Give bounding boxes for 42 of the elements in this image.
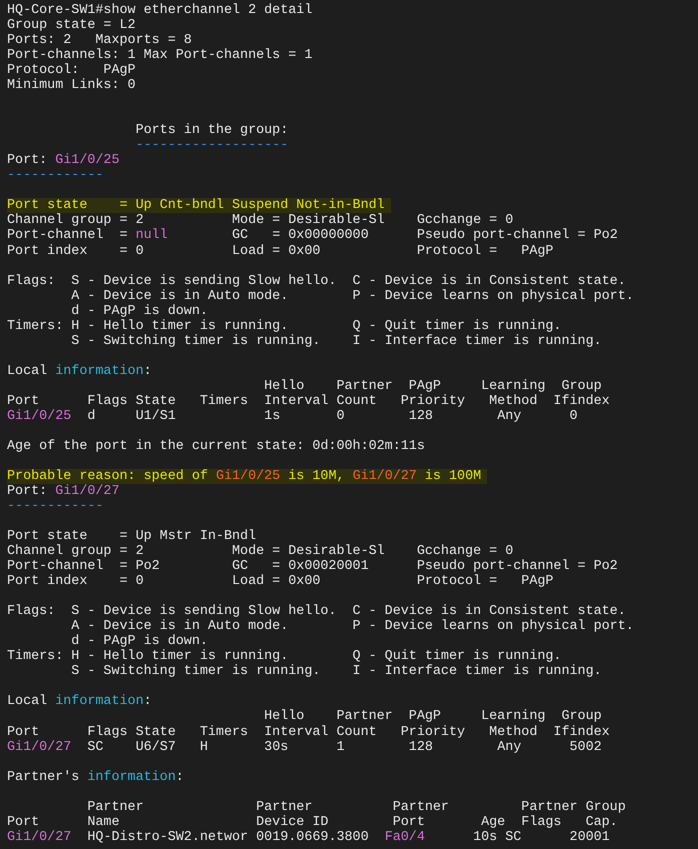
terminal-line: Group state = L2 [7,18,137,34]
terminal-line: A - Device is in Auto mode. P - Device learns on physical port. [70,619,635,634]
terminal-line: S - Switching timer is running. I - Interface timer is running. [70,334,603,349]
terminal-line: A - Device is in Auto mode. P - Device learns on physical port. [70,288,635,304]
terminal-line: Port state = Up Mstr In-Bndl [7,529,256,544]
terminal-line: Ports: 2 Maxports = 8 [7,33,192,48]
terminal-line: Gi1/0/25 d U1/S1 1s 0 128 Any 0 [7,408,579,424]
terminal-line: Channel group = 2 Mode = Desirable-Sl Gcchange = 0 [7,544,514,560]
terminal-line: Timers: H - Hello timer is running. Q - Quit timer is running. [7,318,562,334]
terminal-line: Minimum Links: 0 [7,78,137,94]
terminal-line: Port-channel = null GC = 0x00000000 Pseudo port-channel = Po2 [7,228,619,244]
terminal-line: Port-channels: 1 Max Port-channels = 1 [7,48,314,64]
terminal-line: Partner's information: [7,770,185,785]
terminal-line: Timers: H - Hello timer is running. Q - Quit timer is running. [7,649,562,664]
terminal-line: Hello Partner PAgP Learning Group [263,378,603,394]
terminal-line: ------------ [7,499,104,514]
terminal-line: Flags: S - Device is sending Slow hello. C - Device is in Consistent state. [7,604,627,620]
terminal-line: Hello Partner PAgP Learning Group [263,709,603,724]
terminal-line: d - PAgP is down. [70,304,209,319]
terminal-line: ------------ [7,168,104,184]
terminal-line: Port Flags State Timers Interval Count Priority Method Ifindex [7,724,611,740]
terminal-line: Gi1/0/27 HQ-Distro-SW2.networ 0019.0669.3800 Fa0/4 10s SC 20001 [7,830,611,845]
terminal-line: Flags: S - Device is sending Slow hello. C - Device is in Consistent state. [7,274,627,289]
terminal-line: Age of the port in the current state: 0d:00h:02m:11s [7,438,426,454]
terminal-line: Port index = 0 Load = 0x00 Protocol = PAgP [7,244,554,259]
terminal-line: Port: Gi1/0/27 [7,484,121,500]
terminal-line: Port Flags State Timers Interval Count Priority Method Ifindex [7,394,611,409]
terminal-line: Local information: [7,694,153,710]
terminal-line: Protocol: PAgP [7,63,137,78]
terminal-line: d - PAgP is down. [70,634,208,650]
terminal-line: Port Name Device ID Port Age Flags Cap. [7,814,619,830]
terminal-line: Ports in the group: [134,123,290,138]
terminal-line: Channel group = 2 Mode = Desirable-Sl Gcchange = 0 [7,213,514,228]
terminal-line: Port index = 0 Load = 0x00 Protocol = PAgP [7,574,554,590]
terminal-line: Gi1/0/27 SC U6/S7 H 30s 1 128 Any 5002 [7,740,603,755]
terminal-line: Partner Partner Partner Partner Group [86,800,627,815]
terminal-line: Port: Gi1/0/25 [7,153,121,168]
terminal-line: Port-channel = Po2 GC = 0x00020001 Pseudo port-channel = Po2 [7,559,619,574]
terminal-line: S - Switching timer is running. I - Interface timer is running. [70,664,603,680]
terminal-line: Local information: [7,364,153,379]
terminal-line: ------------------- [134,138,290,154]
terminal-line: HQ-Core-SW1#show etherchannel 2 detail [7,3,314,18]
